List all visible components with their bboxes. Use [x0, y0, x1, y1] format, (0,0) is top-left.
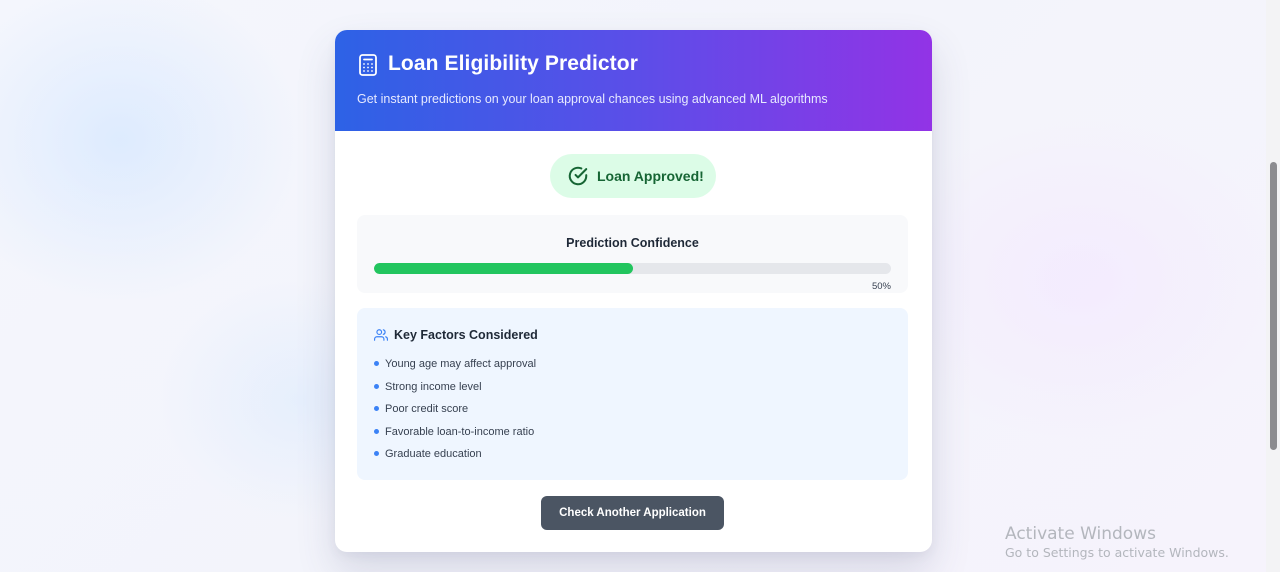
- confidence-title: Prediction Confidence: [566, 236, 699, 250]
- users-icon: [374, 329, 388, 341]
- check-another-application-button[interactable]: Check Another Application: [541, 496, 724, 530]
- card-header: Loan Eligibility Predictor Get instant p…: [335, 30, 932, 131]
- prediction-card: Loan Eligibility Predictor Get instant p…: [335, 30, 932, 552]
- list-item: Young age may affect approval: [374, 357, 536, 380]
- calculator-icon: [359, 54, 377, 76]
- key-factors-title: Key Factors Considered: [394, 328, 538, 342]
- key-factors-list: Young age may affect approval Strong inc…: [374, 357, 536, 470]
- confidence-progress-fill: [374, 263, 633, 274]
- check-circle-icon: [568, 166, 588, 186]
- watermark-title: Activate Windows: [1005, 524, 1156, 544]
- status-label: Loan Approved!: [597, 168, 704, 184]
- key-factors-panel: Key Factors Considered Young age may aff…: [357, 308, 908, 480]
- list-item: Favorable loan-to-income ratio: [374, 425, 536, 448]
- scrollbar-thumb[interactable]: [1270, 162, 1277, 450]
- watermark-subtitle: Go to Settings to activate Windows.: [1005, 545, 1229, 560]
- confidence-value: 50%: [871, 281, 891, 292]
- page-title: Loan Eligibility Predictor: [388, 52, 638, 75]
- card-body: Loan Approved! Prediction Confidence 50%…: [335, 131, 932, 552]
- confidence-progress-bar: [374, 263, 891, 274]
- status-badge: Loan Approved!: [550, 154, 716, 198]
- list-item: Strong income level: [374, 380, 536, 403]
- activate-windows-watermark: Activate Windows Go to Settings to activ…: [1005, 524, 1229, 562]
- list-item: Poor credit score: [374, 402, 536, 425]
- page-scrollbar[interactable]: [1266, 0, 1280, 572]
- confidence-panel: Prediction Confidence 50%: [357, 215, 908, 293]
- list-item: Graduate education: [374, 447, 536, 470]
- page-subtitle: Get instant predictions on your loan app…: [357, 92, 828, 106]
